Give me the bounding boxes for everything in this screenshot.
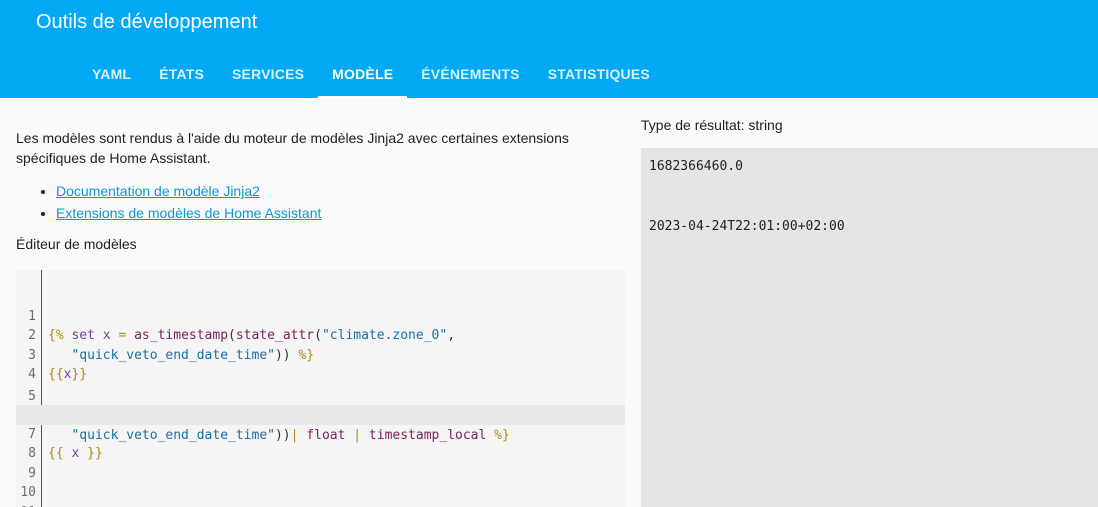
tab-statistics[interactable]: STATISTIQUES bbox=[534, 52, 664, 98]
result-output: 1682366460.0 2023-04-24T22:01:00+02:00 bbox=[641, 148, 1098, 507]
editor-label: Éditeur de modèles bbox=[16, 236, 137, 252]
doc-link-item: Extensions de modèles de Home Assistant bbox=[56, 202, 625, 224]
code-line[interactable]: 10 bbox=[16, 464, 625, 500]
code-line[interactable]: 2 "quick_veto_end_date_time")) %} bbox=[16, 307, 625, 363]
result-type-label: Type de résultat: string bbox=[641, 117, 783, 133]
code-line[interactable]: 5 {% set x = as_timestamp(state_attr("cl… bbox=[16, 367, 625, 424]
tab-services[interactable]: SERVICES bbox=[218, 52, 318, 98]
tab-states[interactable]: ÉTATS bbox=[145, 52, 218, 98]
tab-events[interactable]: ÉVÉNEMENTS bbox=[407, 52, 533, 98]
code-line[interactable]: 9 bbox=[16, 444, 625, 481]
tab-yaml[interactable]: YAML bbox=[78, 52, 145, 98]
code-line[interactable]: 11 bbox=[16, 483, 625, 507]
tab-template[interactable]: MODÈLE bbox=[318, 52, 408, 98]
doc-links: Documentation de modèle Jinja2 Extension… bbox=[16, 180, 625, 224]
code-line[interactable]: 6 "quick_veto_end_date_time"))| float | … bbox=[16, 387, 625, 443]
ha-extensions-link[interactable]: Extensions de modèles de Home Assistant bbox=[56, 205, 321, 221]
code-line[interactable]: 4 bbox=[16, 346, 625, 382]
page-title: Outils de développement bbox=[36, 11, 258, 33]
line-number: 11 bbox=[16, 503, 36, 507]
result-line: 1682366460.0 bbox=[649, 159, 743, 174]
code-line-active[interactable]: 7 {{ x }} bbox=[16, 405, 625, 461]
template-editor[interactable]: 1 {% set x = as_timestamp(state_attr("cl… bbox=[16, 270, 625, 507]
code-line[interactable]: 1 {% set x = as_timestamp(state_attr("cl… bbox=[16, 287, 625, 344]
result-line: 2023-04-24T22:01:00+02:00 bbox=[649, 219, 845, 234]
doc-link-item: Documentation de modèle Jinja2 bbox=[56, 180, 625, 202]
template-panel: Les modèles sont rendus à l'aide du mote… bbox=[16, 98, 625, 254]
app-header: Outils de développement YAML ÉTATS SERVI… bbox=[0, 0, 1098, 98]
intro-text: Les modèles sont rendus à l'aide du mote… bbox=[16, 130, 569, 166]
code-line[interactable]: 8 bbox=[16, 425, 625, 461]
result-panel: Type de résultat: string 1682366460.0 20… bbox=[641, 98, 1098, 507]
tab-bar: YAML ÉTATS SERVICES MODÈLE ÉVÉNEMENTS ST… bbox=[78, 52, 664, 98]
code-line[interactable]: 3 {{x}} bbox=[16, 326, 625, 383]
jinja2-docs-link[interactable]: Documentation de modèle Jinja2 bbox=[56, 183, 260, 199]
